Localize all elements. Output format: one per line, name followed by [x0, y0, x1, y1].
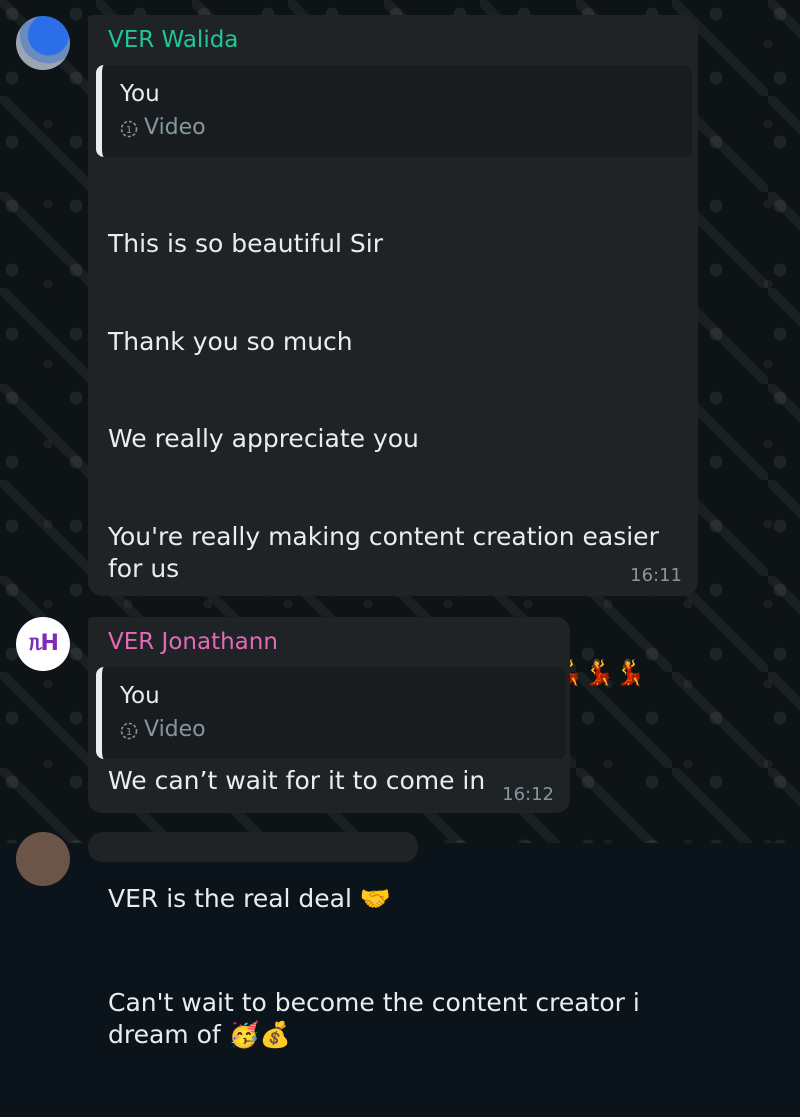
message-bubble[interactable] [88, 832, 418, 862]
message-bubble[interactable]: VER Jonathann You 1 Video We can’t wait … [88, 617, 570, 813]
quoted-media: 1 Video [120, 717, 206, 742]
quoted-author: You [120, 683, 160, 709]
avatar-ver-jonathann[interactable]: ᥰH [16, 617, 70, 671]
svg-text:1: 1 [126, 727, 132, 738]
quoted-message[interactable]: You 1 Video [96, 667, 566, 759]
avatar-logo-icon: ᥰH [29, 631, 59, 656]
quoted-media-label: Video [144, 717, 206, 742]
quoted-author: You [120, 81, 160, 107]
view-once-video-icon: 1 [120, 119, 138, 137]
message-timestamp: 16:11 [630, 565, 682, 586]
avatar-ver-walida[interactable] [16, 16, 70, 70]
svg-text:1: 1 [126, 125, 132, 136]
sender-name[interactable]: VER Jonathann [108, 629, 278, 655]
message-line: Thank you so much [108, 326, 353, 356]
message-line: Can't wait to become the content creator… [108, 987, 648, 1050]
message-line: We really appreciate you [108, 424, 419, 453]
message-line: VER is the real deal 🤝 [108, 884, 392, 913]
message-line: You're really making content creation ea… [108, 521, 667, 584]
sender-name[interactable]: VER Walida [108, 27, 238, 53]
avatar[interactable] [16, 832, 70, 886]
message-timestamp: 16:12 [502, 784, 554, 805]
quoted-media-label: Video [144, 115, 206, 140]
quoted-media: 1 Video [120, 115, 206, 140]
quoted-message[interactable]: You 1 Video [96, 65, 692, 157]
view-once-video-icon: 1 [120, 721, 138, 739]
message-line: This is so beautiful Sir [108, 229, 384, 258]
message-bubble[interactable]: VER Walida You 1 Video This is so beauti… [88, 15, 698, 1049]
message-text: We can’t wait for it to come in [108, 766, 486, 795]
